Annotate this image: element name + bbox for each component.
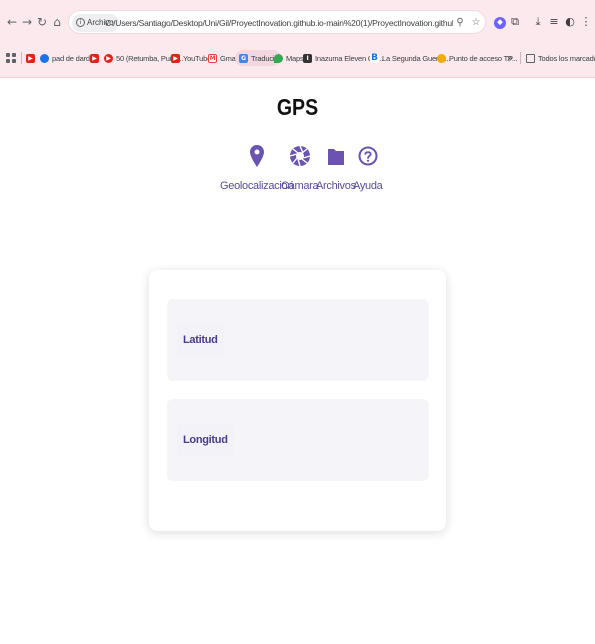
profile-avatar-icon[interactable]: ◐ bbox=[562, 12, 578, 32]
main-nav: Geolocalizacion Cámara Archivos Ayuda bbox=[0, 142, 595, 198]
back-arrow-icon[interactable]: ← bbox=[4, 12, 20, 32]
longitude-label: Longitud bbox=[177, 424, 234, 456]
latitude-field[interactable]: Latitud bbox=[167, 299, 429, 381]
browser-toolbar: ← → ↻ ⌂ i Archivo C:/Users/Santiago/Desk… bbox=[0, 8, 595, 36]
map-pin-icon bbox=[245, 142, 269, 170]
bookmarks-bar: ▶ pad de dardos ▶ ▶ 50 (Retumba, Puño...… bbox=[0, 47, 595, 69]
youtube-favicon-icon: ▶ bbox=[90, 53, 99, 63]
nav-item-archivos[interactable]: Archivos bbox=[316, 142, 356, 198]
bookmark-divider bbox=[21, 52, 22, 64]
nav-item-ayuda[interactable]: Ayuda bbox=[353, 142, 383, 198]
gmail-favicon-icon: M bbox=[208, 53, 217, 63]
camera-shutter-icon bbox=[288, 142, 312, 170]
forward-arrow-icon[interactable]: → bbox=[19, 12, 35, 32]
longitude-field[interactable]: Longitud bbox=[167, 399, 429, 481]
tplink-favicon-icon bbox=[437, 53, 446, 63]
bookmark-item[interactable]: pad de dardos bbox=[40, 50, 98, 66]
bookmark-item[interactable]: M Gmail bbox=[208, 50, 239, 66]
folder-icon bbox=[324, 142, 348, 170]
page-title: GPS bbox=[276, 94, 319, 120]
bookmark-star-icon[interactable]: ☆ bbox=[469, 15, 483, 31]
youtube-favicon-icon: ▶ bbox=[171, 53, 180, 63]
bookmark-item[interactable]: ▶ YouTube bbox=[171, 50, 211, 66]
inazuma-favicon-icon: I bbox=[303, 53, 312, 63]
maps-favicon-icon bbox=[274, 53, 283, 63]
folder-icon bbox=[526, 53, 535, 63]
gps-card: Latitud Longitud bbox=[149, 270, 446, 531]
bookmarks-overflow-button[interactable]: » bbox=[507, 50, 513, 66]
bookmark-divider bbox=[520, 52, 521, 64]
extensions-puzzle-icon[interactable]: ⧉ bbox=[507, 12, 523, 32]
nav-label: Archivos bbox=[316, 180, 356, 192]
apps-grid-icon[interactable] bbox=[6, 53, 16, 63]
bookmark-label: Todos los marcadores bbox=[538, 53, 595, 63]
permissions-icon[interactable]: ⚲ bbox=[453, 15, 467, 31]
address-bar[interactable]: i Archivo C:/Users/Santiago/Desktop/Uni/… bbox=[68, 10, 486, 34]
nav-item-camara[interactable]: Cámara bbox=[281, 142, 319, 198]
kebab-menu-icon[interactable]: ⋮ bbox=[578, 12, 594, 32]
url-text[interactable]: C:/Users/Santiago/Desktop/Uni/Gil/Proyec… bbox=[105, 11, 453, 35]
bookmark-label: Traducir bbox=[251, 53, 277, 63]
bookmark-item[interactable]: ▶ bbox=[90, 50, 99, 66]
home-icon[interactable]: ⌂ bbox=[49, 12, 65, 32]
bookmark-item[interactable]: ▶ bbox=[26, 50, 35, 66]
bookmark-label: YouTube bbox=[183, 53, 212, 63]
nav-label: Cámara bbox=[281, 180, 319, 192]
pad-favicon-icon bbox=[40, 53, 49, 63]
youtube-favicon-icon: ▶ bbox=[104, 53, 113, 63]
all-bookmarks-folder[interactable]: Todos los marcadores bbox=[526, 50, 595, 66]
reload-icon[interactable]: ↻ bbox=[34, 12, 50, 32]
translate-favicon-icon: G bbox=[239, 53, 248, 63]
info-icon: i bbox=[76, 18, 85, 27]
bookmark-item[interactable]: Punto de acceso TP... bbox=[437, 50, 518, 66]
question-circle-icon bbox=[356, 142, 380, 170]
bookmark-item[interactable]: Maps bbox=[274, 50, 304, 66]
download-icon[interactable]: ⤓ bbox=[530, 12, 546, 32]
extension-icon[interactable]: ◆ bbox=[494, 17, 506, 29]
bookmark-label: Maps bbox=[286, 53, 304, 63]
nav-label: Ayuda bbox=[353, 180, 383, 192]
youtube-favicon-icon: ▶ bbox=[26, 53, 35, 63]
reading-list-icon[interactable]: ≡ bbox=[546, 12, 562, 32]
browser-chrome: ← → ↻ ⌂ i Archivo C:/Users/Santiago/Desk… bbox=[0, 0, 595, 78]
latitude-label: Latitud bbox=[177, 324, 224, 356]
bing-favicon-icon: B bbox=[370, 52, 379, 63]
